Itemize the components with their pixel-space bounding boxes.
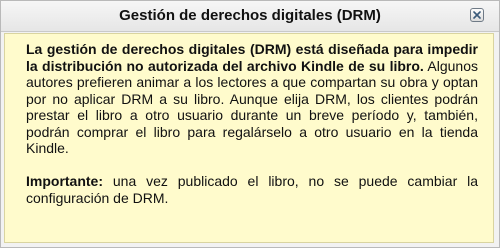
dialog-content: La gestión de derechos digitales (DRM) e… [4, 33, 494, 243]
dialog-title: Gestión de derechos digitales (DRM) [119, 7, 381, 24]
dialog-titlebar: Gestión de derechos digitales (DRM) [1, 1, 499, 32]
close-icon [473, 11, 481, 19]
close-button[interactable] [470, 8, 484, 22]
dialog-text: La gestión de derechos digitales (DRM) e… [26, 41, 478, 206]
drm-dialog: Gestión de derechos digitales (DRM) La g… [0, 0, 500, 248]
description-paragraph: La gestión de derechos digitales (DRM) e… [26, 41, 478, 157]
description-lead: La gestión de derechos digitales (DRM) e… [26, 41, 478, 74]
important-label: Importante: [26, 173, 103, 189]
important-paragraph: Importante: una vez publicado el libro, … [26, 173, 478, 206]
